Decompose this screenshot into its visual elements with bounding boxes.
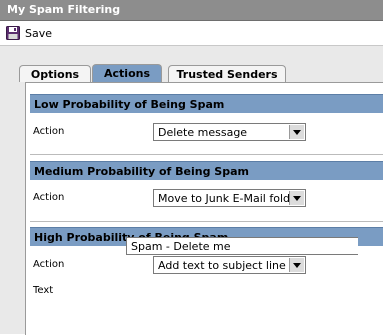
medium-action-label: Action	[33, 192, 65, 203]
tab-actions[interactable]: Actions	[92, 64, 162, 82]
low-action-label: Action	[33, 126, 65, 137]
low-action-select[interactable]: Delete message	[153, 123, 306, 141]
section-divider	[30, 221, 383, 222]
high-text-label: Text	[33, 285, 54, 296]
chevron-down-icon[interactable]	[289, 258, 304, 272]
subject-text-field-wrapper	[126, 237, 358, 255]
subject-text-field[interactable]	[127, 238, 356, 254]
content-area: Options Actions Trusted Senders Low Prob…	[0, 46, 383, 335]
high-action-label: Action	[33, 259, 65, 270]
low-action-value: Delete message	[158, 126, 248, 139]
low-probability-header: Low Probability of Being Spam	[30, 94, 383, 113]
tab-options-label: Options	[30, 67, 80, 81]
medium-action-value: Move to Junk E-Mail folder	[158, 192, 302, 205]
tab-options[interactable]: Options	[19, 65, 91, 82]
window-title: My Spam Filtering	[7, 3, 121, 16]
tab-trusted-senders-label: Trusted Senders	[176, 67, 278, 81]
actions-panel: Low Probability of Being Spam Action Del…	[25, 82, 383, 335]
high-action-select[interactable]: Add text to subject line	[153, 256, 306, 274]
toolbar: Save	[0, 21, 383, 46]
section-divider	[30, 154, 383, 155]
window-title-bar: My Spam Filtering	[0, 0, 383, 21]
save-button[interactable]: Save	[6, 24, 52, 42]
floppy-disk-icon	[6, 26, 20, 40]
chevron-down-icon[interactable]	[289, 191, 304, 205]
medium-probability-header: Medium Probability of Being Spam	[30, 161, 383, 180]
tab-actions-label: Actions	[104, 67, 150, 80]
save-button-label: Save	[25, 26, 53, 40]
medium-action-select[interactable]: Move to Junk E-Mail folder	[153, 189, 306, 207]
chevron-down-icon[interactable]	[289, 125, 304, 139]
high-action-value: Add text to subject line	[158, 259, 286, 272]
tab-trusted-senders[interactable]: Trusted Senders	[168, 65, 286, 82]
